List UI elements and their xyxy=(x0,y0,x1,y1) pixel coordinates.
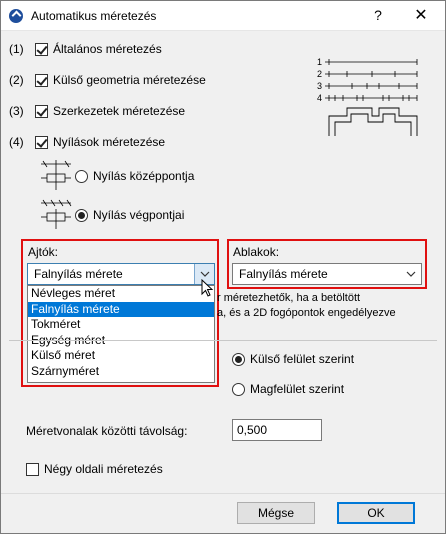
opening-center-label: Nyílás középpontja xyxy=(93,169,195,183)
spacing-label: Méretvonalak közötti távolság: xyxy=(26,424,188,438)
auto-dimensioning-dialog: Automatikus méretezés ? ✕ (1) Általános … xyxy=(0,0,446,534)
opening-center-icon xyxy=(41,160,71,190)
option-number: (4) xyxy=(9,135,24,149)
windows-select[interactable]: Falnyílás mérete xyxy=(232,263,422,285)
option-number: (1) xyxy=(9,42,24,56)
title-bar: Automatikus méretezés ? ✕ xyxy=(1,1,445,31)
info-text: r méretezhetők, ha a betöltött a, és a 2… xyxy=(217,291,417,321)
option-general-row[interactable]: (1) Általános méretezés xyxy=(9,42,162,56)
option-label: Szerkezetek méretezése xyxy=(53,104,186,118)
four-sided-checkbox[interactable] xyxy=(26,462,39,476)
option-exterior-row[interactable]: (2) Külső geometria méretezése xyxy=(9,73,206,87)
mouse-cursor-icon xyxy=(201,279,214,297)
help-button[interactable]: ? xyxy=(368,7,388,23)
dropdown-option[interactable]: Külső méret xyxy=(28,348,214,364)
four-sided-label: Négy oldali méretezés xyxy=(44,462,163,476)
outer-surface-row[interactable]: Külső felület szerint xyxy=(232,352,354,366)
info-line: r méretezhetők, ha a betöltött xyxy=(217,292,361,304)
info-line: a, és a 2D fogópontok engedélyezve xyxy=(217,307,396,319)
preview-label: 4 xyxy=(317,93,322,103)
outer-surface-radio[interactable] xyxy=(232,352,245,366)
window-title: Automatikus méretezés xyxy=(31,9,157,23)
preview-label: 3 xyxy=(317,81,322,91)
exterior-geometry-checkbox[interactable] xyxy=(35,73,48,87)
core-surface-label: Magfelület szerint xyxy=(250,382,345,396)
general-dimensioning-checkbox[interactable] xyxy=(35,42,48,56)
option-label: Külső geometria méretezése xyxy=(53,73,206,87)
dialog-footer: Mégse OK xyxy=(1,493,445,533)
core-surface-radio[interactable] xyxy=(232,382,245,396)
doors-select[interactable]: Falnyílás mérete xyxy=(27,263,215,285)
opening-endpoints-label: Nyílás végpontjai xyxy=(93,208,185,222)
outer-surface-label: Külső felület szerint xyxy=(250,352,355,366)
option-label: Általános méretezés xyxy=(53,42,162,56)
preview-label: 1 xyxy=(317,57,322,67)
dropdown-option[interactable]: Tokméret xyxy=(28,317,214,333)
spacing-input[interactable]: 0,500 xyxy=(232,419,322,441)
separator xyxy=(9,340,437,341)
doors-label: Ajtók: xyxy=(28,245,59,259)
opening-endpoints-icon xyxy=(41,199,72,229)
cancel-button[interactable]: Mégse xyxy=(237,502,315,524)
dropdown-option[interactable]: Névleges méret xyxy=(28,286,214,302)
option-label: Nyílások méretezése xyxy=(53,135,166,149)
opening-endpoints-row[interactable]: Nyílás végpontjai xyxy=(75,208,184,222)
ok-button[interactable]: OK xyxy=(337,502,415,524)
structures-checkbox[interactable] xyxy=(35,104,48,118)
opening-center-row[interactable]: Nyílás középpontja xyxy=(75,169,194,183)
windows-label: Ablakok: xyxy=(233,245,280,259)
core-surface-row[interactable]: Magfelület szerint xyxy=(232,382,344,396)
four-sided-row[interactable]: Négy oldali méretezés xyxy=(26,462,163,476)
opening-center-radio[interactable] xyxy=(75,169,88,183)
dimension-lines-preview: 1 2 3 4 xyxy=(317,57,418,136)
option-number: (3) xyxy=(9,104,24,118)
close-button[interactable]: ✕ xyxy=(409,5,433,25)
openings-checkbox[interactable] xyxy=(35,135,48,149)
windows-selected-value: Falnyílás mérete xyxy=(239,267,328,281)
preview-label: 2 xyxy=(317,69,322,79)
option-openings-row[interactable]: (4) Nyílások méretezése xyxy=(9,135,165,149)
doors-dropdown-list: Névleges méret Falnyílás mérete Tokméret… xyxy=(27,285,215,383)
chevron-down-icon[interactable] xyxy=(401,264,421,284)
dropdown-option[interactable]: Falnyílás mérete xyxy=(28,301,214,317)
option-number: (2) xyxy=(9,73,24,87)
app-logo-icon xyxy=(9,9,23,23)
dropdown-option[interactable]: Szárnyméret xyxy=(28,364,214,380)
option-structures-row[interactable]: (3) Szerkezetek méretezése xyxy=(9,104,185,118)
doors-selected-value: Falnyílás mérete xyxy=(34,267,123,281)
opening-endpoints-radio[interactable] xyxy=(75,208,88,222)
